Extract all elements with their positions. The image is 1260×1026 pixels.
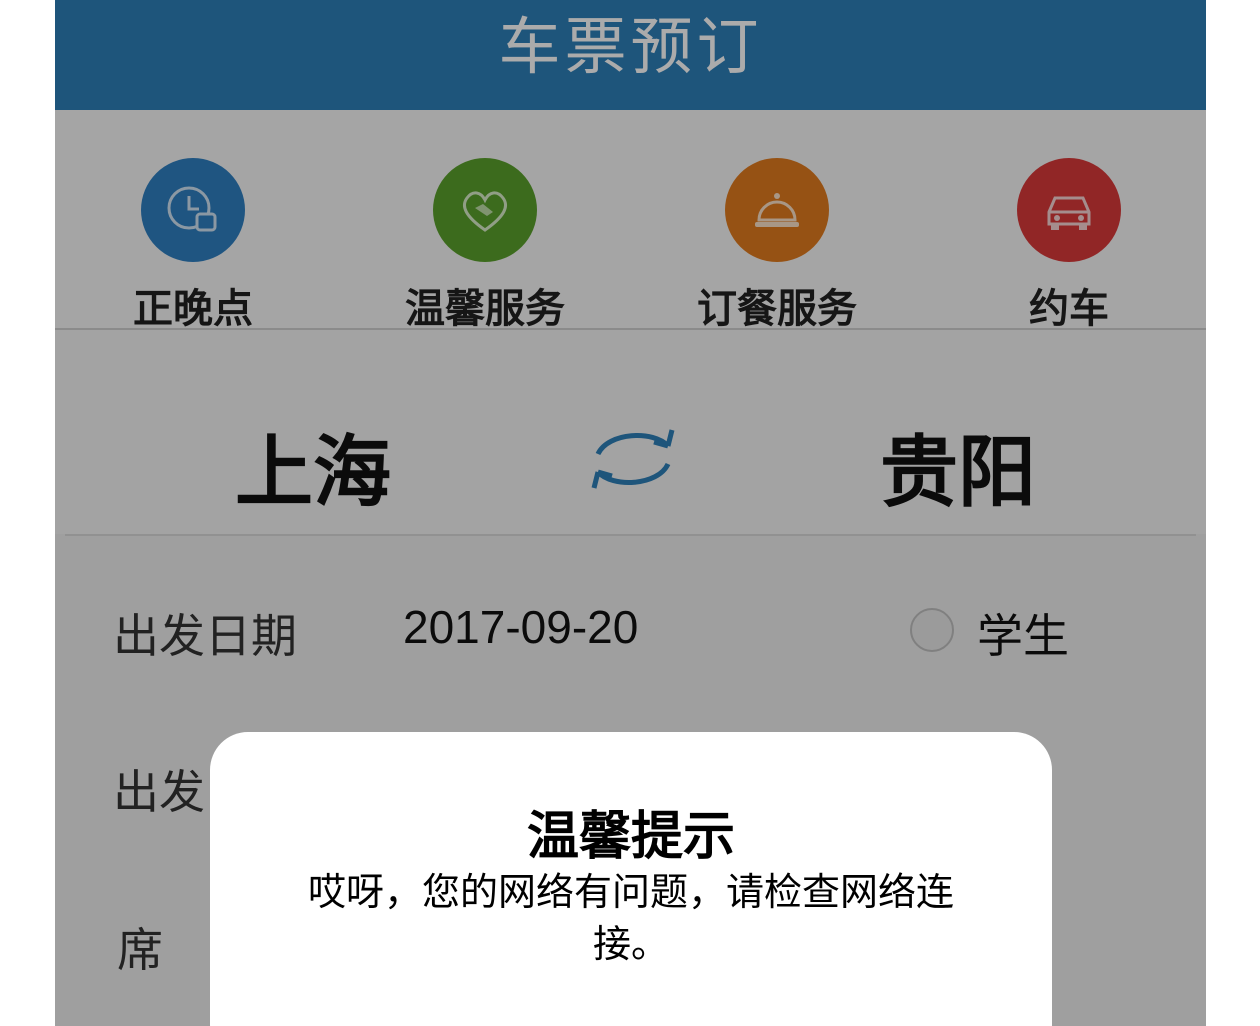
alert-dialog: 温馨提示 哎呀，您的网络有问题，请检查网络连接。 [210, 732, 1052, 1026]
phone-screen: 车票预订 正晚点 温馨服务 订餐服务 约车 上海 贵阳 出发日期 2017-09… [55, 0, 1206, 1026]
dialog-title: 温馨提示 [526, 807, 735, 867]
dialog-message: 哎呀，您的网络有问题，请检查网络连接。 [307, 870, 954, 966]
